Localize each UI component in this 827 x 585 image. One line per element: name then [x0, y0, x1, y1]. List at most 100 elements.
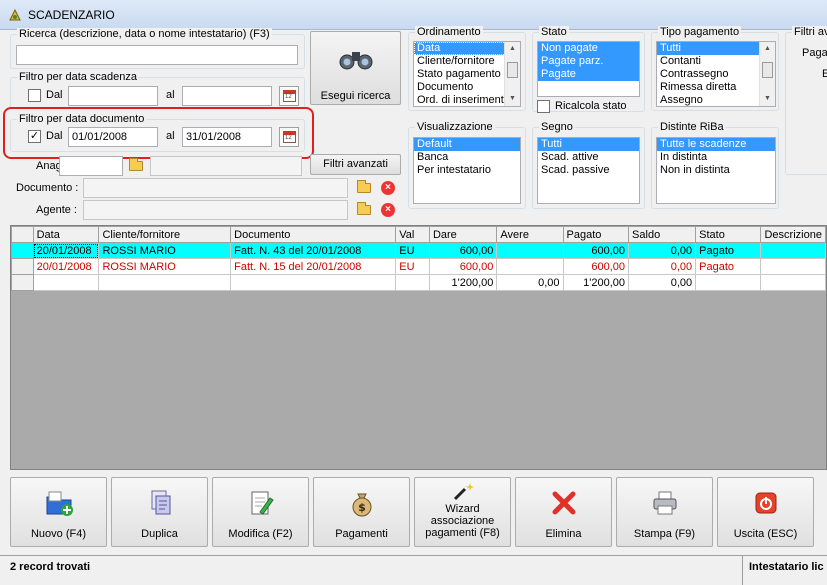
cell-pagato[interactable]: 600,00 [562, 242, 630, 259]
cell-dare[interactable]: 600,00 [428, 242, 498, 259]
col-header-data[interactable]: Data [32, 226, 100, 243]
anag-browse-button[interactable] [126, 156, 146, 176]
col-header-dare[interactable]: Dare [428, 226, 498, 243]
cell-saldo[interactable]: 0,00 [628, 258, 697, 275]
col-header-descrizione[interactable]: Descrizione [760, 226, 826, 243]
action-toolbar: Nuovo (F4) Duplica Modifica (F2) $ Pagam… [10, 477, 827, 549]
cell-data [32, 274, 100, 291]
agente-input[interactable] [83, 200, 348, 220]
col-header-cliente[interactable]: Cliente/fornitore [98, 226, 232, 243]
cell-documento[interactable]: Fatt. N. 43 del 20/01/2008 [230, 242, 397, 259]
scadenze-grid[interactable]: Data Cliente/fornitore Documento Val Dar… [10, 225, 827, 470]
tipo-pagamento-item[interactable]: Contrassegno [657, 68, 775, 81]
cell-descrizione[interactable] [760, 242, 826, 259]
row-indicator [11, 242, 34, 259]
modifica-button[interactable]: Modifica (F2) [212, 477, 309, 547]
distinte-riba-item[interactable]: Tutte le scadenze [657, 138, 775, 151]
segno-item[interactable]: Scad. attive [538, 151, 639, 164]
documento-clear-button[interactable]: × [378, 178, 398, 198]
agente-clear-button[interactable]: × [378, 200, 398, 220]
scroll-down-icon[interactable]: ▼ [760, 92, 775, 106]
magic-wand-icon [453, 483, 474, 501]
cell-total-saldo: 0,00 [628, 274, 697, 291]
ricerca-input[interactable] [16, 45, 298, 65]
distinte-riba-item[interactable]: In distinta [657, 151, 775, 164]
cell-avere[interactable] [496, 258, 564, 275]
cell-saldo[interactable]: 0,00 [628, 242, 697, 259]
cell-data[interactable]: 20/01/2008 [32, 242, 100, 259]
scroll-thumb[interactable] [507, 62, 518, 78]
tipo-pagamento-scrollbar[interactable]: ▲ ▼ [759, 42, 775, 106]
ordinamento-label: Ordinamento [415, 26, 483, 38]
documento-browse-button[interactable] [354, 178, 374, 198]
cell-cliente[interactable]: ROSSI MARIO [98, 258, 232, 275]
col-header-avere[interactable]: Avere [496, 226, 564, 243]
scroll-down-icon[interactable]: ▼ [505, 92, 520, 106]
table-row[interactable]: 20/01/2008 ROSSI MARIO Fatt. N. 43 del 2… [11, 242, 826, 259]
stato-item[interactable]: Non pagate [538, 42, 639, 55]
stato-item[interactable]: Pagate parz. [538, 55, 639, 68]
visualizzazione-list[interactable]: Default Banca Per intestatario [413, 137, 521, 204]
filtro-scadenza-calendar-button[interactable]: 12 [279, 86, 299, 106]
cell-val[interactable]: EU [395, 258, 430, 275]
esegui-ricerca-button[interactable]: Esegui ricerca [310, 31, 401, 105]
cell-data[interactable]: 20/01/2008 [32, 258, 100, 275]
anag-code-input[interactable] [59, 156, 123, 176]
filtri-avanzati-button[interactable]: Filtri avanzati [310, 154, 401, 175]
scroll-thumb[interactable] [762, 62, 773, 78]
visualizzazione-item[interactable]: Banca [414, 151, 520, 164]
scroll-up-icon[interactable]: ▲ [760, 42, 775, 56]
wizard-button[interactable]: Wizard associazione pagamenti (F8) [414, 477, 511, 547]
duplica-button[interactable]: Duplica [111, 477, 208, 547]
table-row[interactable]: 20/01/2008 ROSSI MARIO Fatt. N. 15 del 2… [11, 258, 826, 275]
col-header-stato[interactable]: Stato [695, 226, 762, 243]
cell-descrizione[interactable] [760, 258, 826, 275]
pagamenti-button[interactable]: $ Pagamenti [313, 477, 410, 547]
cell-cliente[interactable]: ROSSI MARIO [98, 242, 232, 259]
segno-label: Segno [539, 121, 575, 133]
uscita-button[interactable]: Uscita (ESC) [717, 477, 814, 547]
tipo-pagamento-item[interactable]: Assegno [657, 94, 775, 106]
cell-documento[interactable]: Fatt. N. 15 del 20/01/2008 [230, 258, 397, 275]
filtro-scadenza-checkbox[interactable] [28, 89, 41, 102]
col-header-documento[interactable]: Documento [230, 226, 397, 243]
agente-browse-button[interactable] [354, 200, 374, 220]
cell-stato[interactable]: Pagato [695, 242, 762, 259]
cell-val[interactable]: EU [395, 242, 430, 259]
col-header-val[interactable]: Val [395, 226, 430, 243]
ordinamento-scrollbar[interactable]: ▲ ▼ [504, 42, 520, 106]
stampa-button[interactable]: Stampa (F9) [616, 477, 713, 547]
visualizzazione-label: Visualizzazione [415, 121, 495, 133]
filtro-scadenza-dal-label: Dal [46, 89, 63, 101]
status-intestatario: Intestatario lic [742, 556, 827, 585]
cell-stato[interactable]: Pagato [695, 258, 762, 275]
stato-item[interactable]: Pagate [538, 68, 639, 81]
distinte-riba-item[interactable]: Non in distinta [657, 164, 775, 177]
elimina-button[interactable]: Elimina [515, 477, 612, 547]
cell-dare[interactable]: 600,00 [428, 258, 498, 275]
cell-avere[interactable] [496, 242, 564, 259]
clear-icon: × [381, 181, 395, 195]
stato-list[interactable]: Non pagate Pagate parz. Pagate [537, 41, 640, 97]
col-header-pagato[interactable]: Pagato [562, 226, 630, 243]
visualizzazione-item[interactable]: Default [414, 138, 520, 151]
tipo-pagamento-item[interactable]: Tutti [657, 42, 759, 55]
distinte-riba-list[interactable]: Tutte le scadenze In distinta Non in dis… [656, 137, 776, 204]
cell-pagato[interactable]: 600,00 [562, 258, 630, 275]
tipo-pagamento-list[interactable]: Tutti Contanti Contrassegno Rimessa dire… [656, 41, 776, 107]
documento-input[interactable] [83, 178, 348, 198]
tipo-pagamento-item[interactable]: Contanti [657, 55, 775, 68]
scroll-up-icon[interactable]: ▲ [505, 42, 520, 56]
clear-icon: × [381, 203, 395, 217]
col-header-saldo[interactable]: Saldo [628, 226, 697, 243]
nuovo-button[interactable]: Nuovo (F4) [10, 477, 107, 547]
ordinamento-list[interactable]: Data Cliente/fornitore Stato pagamento D… [413, 41, 521, 107]
segno-item[interactable]: Tutti [538, 138, 639, 151]
filtro-scadenza-dal-input[interactable] [68, 86, 158, 106]
ricalcola-stato-checkbox[interactable] [537, 100, 550, 113]
visualizzazione-item[interactable]: Per intestatario [414, 164, 520, 177]
segno-item[interactable]: Scad. passive [538, 164, 639, 177]
tipo-pagamento-item[interactable]: Rimessa diretta [657, 81, 775, 94]
segno-list[interactable]: Tutti Scad. attive Scad. passive [537, 137, 640, 204]
filtro-scadenza-al-input[interactable] [182, 86, 272, 106]
